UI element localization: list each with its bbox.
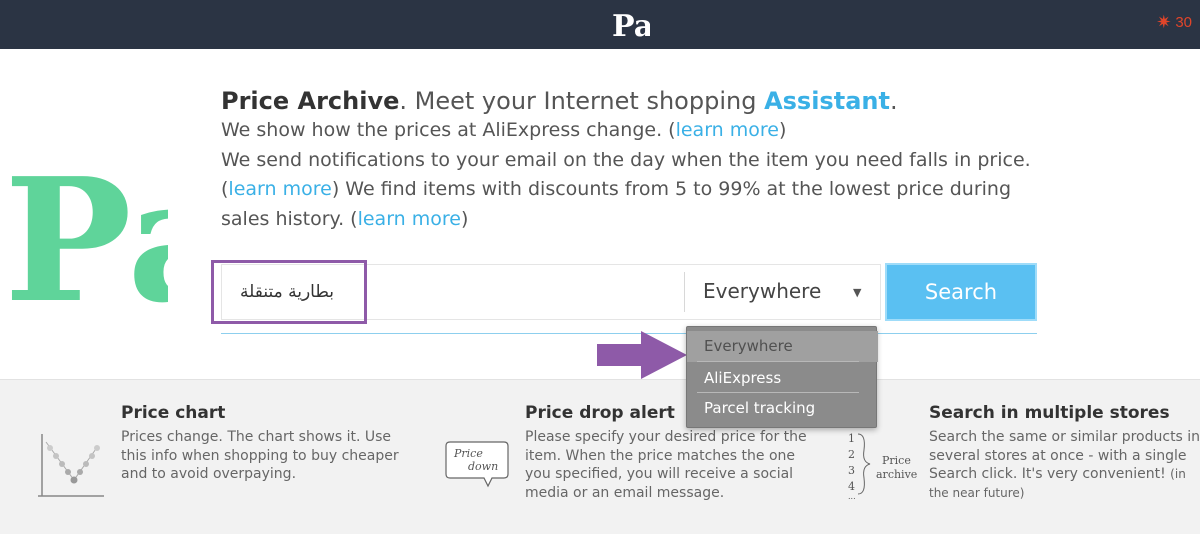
feature-text: Search the same or similar products in s… bbox=[929, 429, 1200, 482]
notification-indicator[interactable]: ✷ 30 bbox=[1156, 13, 1192, 31]
svg-text:Price: Price bbox=[453, 447, 483, 460]
site-logo[interactable]: Pa bbox=[610, 6, 650, 44]
svg-text:Pa: Pa bbox=[4, 152, 168, 307]
headline-text: . Meet your Internet shopping bbox=[399, 87, 765, 115]
feature-multiple-stores: Search in multiple stores Search the sam… bbox=[929, 403, 1200, 502]
intro-description: We show how the prices at AliExpress cha… bbox=[221, 116, 1041, 234]
divider bbox=[684, 272, 685, 312]
svg-text:2: 2 bbox=[848, 448, 855, 461]
dropdown-arrow-icon[interactable]: ▼ bbox=[853, 286, 861, 299]
headline-accent: Assistant bbox=[764, 87, 890, 115]
learn-more-link-3[interactable]: learn more bbox=[358, 208, 461, 230]
intro-line3: ) We find items with discounts from 5 to… bbox=[221, 178, 1012, 230]
headline-period: . bbox=[889, 87, 898, 115]
feature-title: Price chart bbox=[121, 403, 226, 423]
arrow-right-icon bbox=[597, 331, 687, 379]
store-scope-select[interactable]: Everywhere bbox=[703, 279, 868, 305]
top-navigation-bar: Pa ✷ 30 bbox=[0, 0, 1200, 49]
svg-text:Pa: Pa bbox=[612, 9, 650, 44]
dropdown-option-parcel-tracking[interactable]: Parcel tracking bbox=[687, 393, 878, 424]
svg-text:Price: Price bbox=[882, 454, 911, 467]
notification-count: 30 bbox=[1175, 13, 1192, 31]
price-chart-icon bbox=[38, 434, 104, 497]
divider bbox=[697, 361, 859, 362]
page-headline: Price Archive. Meet your Internet shoppi… bbox=[221, 86, 1081, 116]
paren: ) bbox=[778, 119, 787, 141]
dropdown-option-everywhere[interactable]: Everywhere bbox=[687, 331, 878, 362]
intro-line1: We show how the prices at AliExpress cha… bbox=[221, 119, 676, 141]
star-burst-icon: ✷ bbox=[1156, 12, 1172, 32]
svg-text:1: 1 bbox=[848, 432, 855, 445]
price-archive-large-logo: Pa bbox=[4, 152, 168, 307]
store-scope-dropdown-menu: Everywhere AliExpress Parcel tracking bbox=[686, 326, 878, 428]
paren: ) bbox=[460, 207, 469, 230]
svg-text:archive: archive bbox=[876, 468, 917, 481]
multi-store-icon: 1 2 3 4 ... Price archive bbox=[848, 432, 917, 500]
svg-text:down: down bbox=[468, 460, 498, 473]
feature-price-chart: Price chart Prices change. The chart sho… bbox=[121, 403, 411, 484]
dropdown-option-aliexpress[interactable]: AliExpress bbox=[687, 363, 878, 394]
intro-line2: We send notifications to your email on t… bbox=[221, 148, 1031, 171]
svg-text:...: ... bbox=[848, 492, 856, 500]
search-input-highlight bbox=[211, 260, 367, 324]
intro-section: Price Archive. Meet your Internet shoppi… bbox=[221, 86, 1081, 234]
feature-text-wrap: Search the same or similar products in s… bbox=[929, 428, 1200, 502]
svg-text:3: 3 bbox=[848, 464, 855, 477]
feature-title: Search in multiple stores bbox=[929, 403, 1170, 423]
brand-name: Price Archive bbox=[221, 87, 400, 115]
learn-more-link-2[interactable]: learn more bbox=[228, 178, 331, 200]
feature-text: Prices change. The chart shows it. Use t… bbox=[121, 429, 399, 482]
feature-text: Please specify your desired price for th… bbox=[525, 429, 807, 501]
search-button[interactable]: Search bbox=[885, 263, 1037, 321]
price-down-bubble-icon: Price down bbox=[445, 441, 509, 488]
learn-more-link-1[interactable]: learn more bbox=[676, 119, 779, 141]
